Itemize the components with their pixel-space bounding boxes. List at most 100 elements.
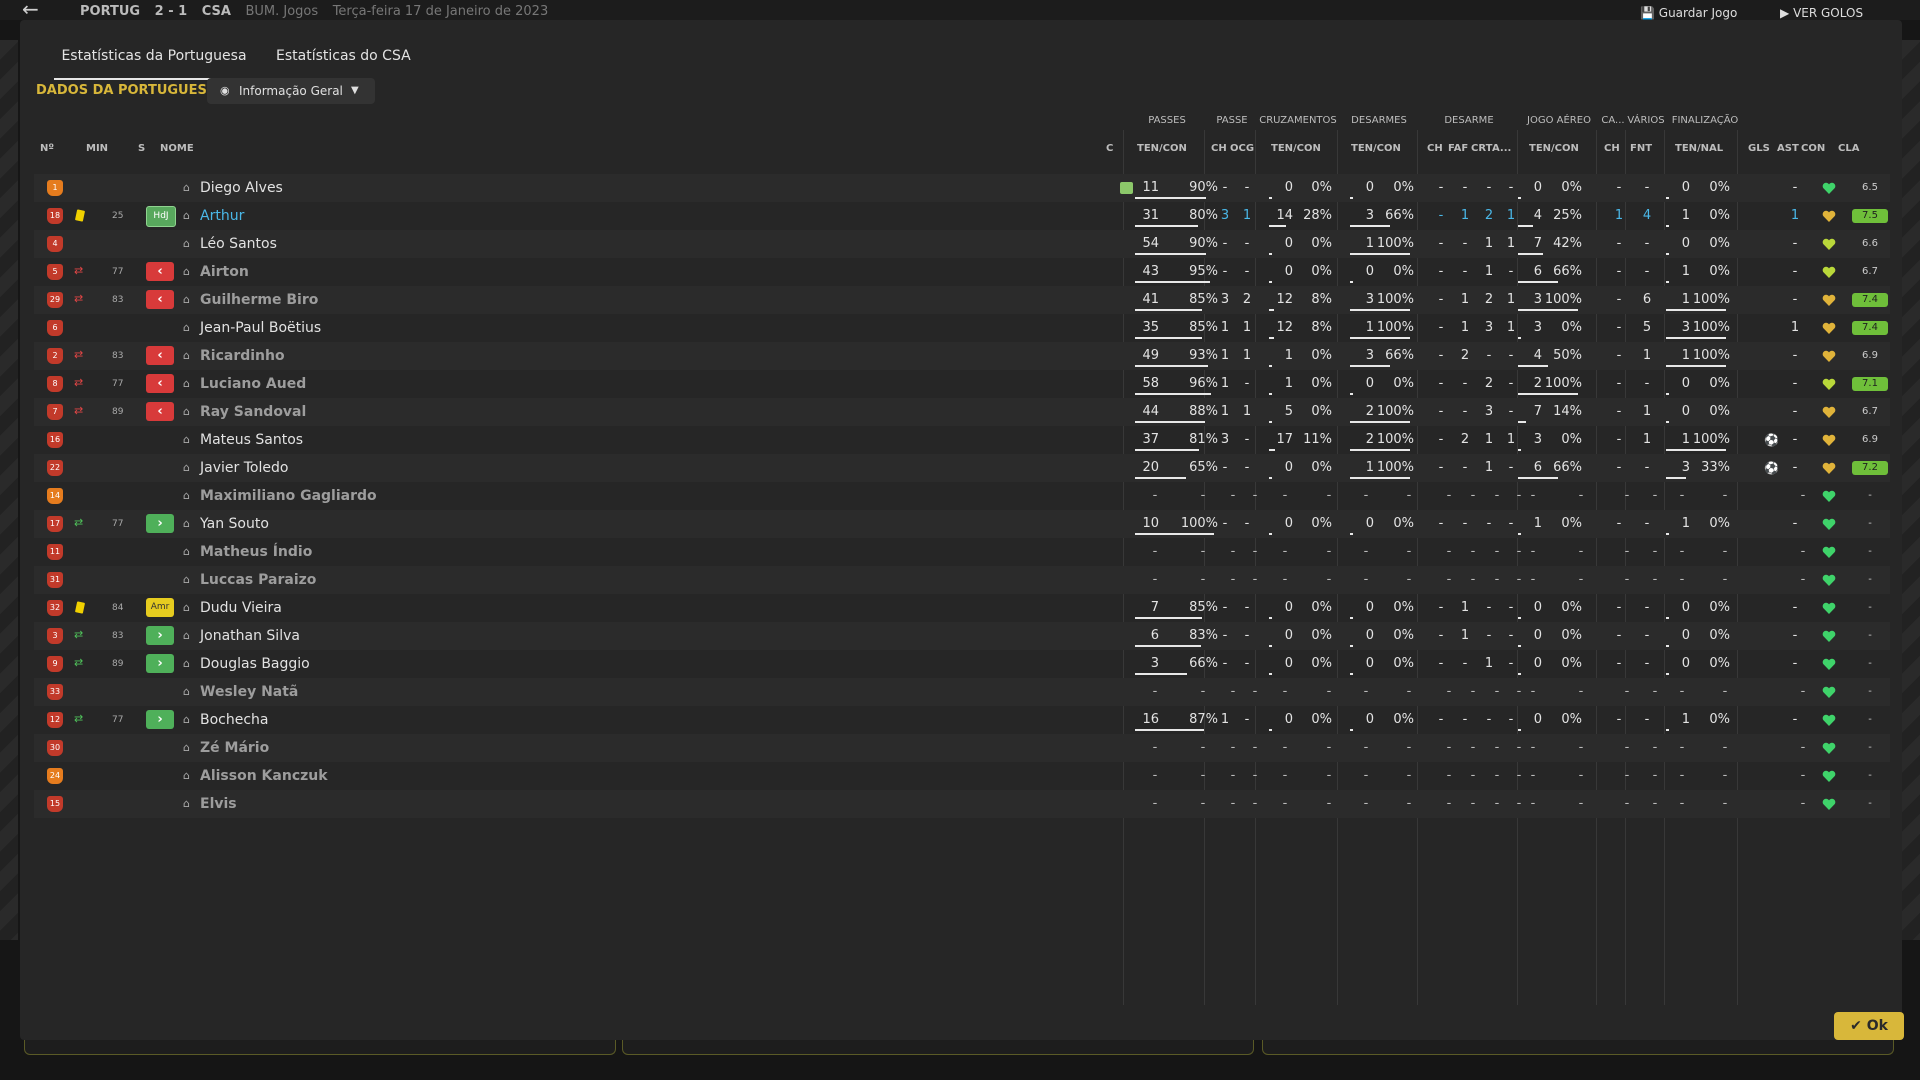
player-name[interactable]: Wesley Natã bbox=[200, 678, 298, 706]
headers-percent: 0% bbox=[1561, 628, 1582, 643]
column-header-s[interactable]: S bbox=[138, 143, 145, 154]
table-row[interactable]: 9 ⇄ 89 › ⌂ Douglas Baggio 3 66% - -0 0% 0 0% - -1-0 0% -… bbox=[34, 650, 1890, 678]
column-header-ja_tc[interactable]: TEN/CON bbox=[1529, 143, 1579, 154]
table-row[interactable]: 14 ⌂ Maximiliano Gagliardo - - - - - - - - - - - - - - - -… bbox=[34, 482, 1890, 510]
column-header-min[interactable]: MIN bbox=[86, 143, 108, 154]
column-header-nome[interactable]: NOME bbox=[160, 143, 194, 154]
table-row[interactable]: 7 ⇄ 89 ‹ ⌂ Ray Sandoval 44 88% 1 1 5 0% 2 100% - -3-7 14… bbox=[34, 398, 1890, 426]
tackle-a: 1 bbox=[1506, 320, 1516, 335]
column-header-passes_tc[interactable]: TEN/CON bbox=[1137, 143, 1187, 154]
shirt-number-icon: 30 bbox=[47, 740, 63, 756]
table-row[interactable]: 8 ⇄ 77 ‹ ⌂ Luciano Aued 58 96% 1-1 0% 0 0% - -2-2 100%… bbox=[34, 370, 1890, 398]
player-name[interactable]: Diego Alves bbox=[200, 174, 283, 202]
view-dropdown[interactable]: ◉ Informação Geral ▼ bbox=[207, 78, 375, 104]
column-header-cach[interactable]: CH bbox=[1604, 143, 1620, 154]
table-row[interactable]: 15 ⌂ Elvis - - - - - - - - - - - - - - - - - - - - bbox=[34, 790, 1890, 818]
empty-value: - bbox=[1446, 740, 1452, 755]
shots-percent: 0% bbox=[1709, 516, 1730, 531]
table-row[interactable]: 3 ⇄ 83 › ⌂ Jonathan Silva 6 83% - -0 0% 0 0% -1- -0 0% -… bbox=[34, 622, 1890, 650]
player-name[interactable]: Ricardinho bbox=[200, 342, 285, 370]
column-header-dch[interactable]: CH bbox=[1427, 143, 1443, 154]
assists: - bbox=[1792, 628, 1798, 643]
player-name[interactable]: Luccas Paraizo bbox=[200, 566, 316, 594]
player-name[interactable]: Alisson Kanczuk bbox=[200, 762, 328, 790]
table-row[interactable]: 33 ⌂ Wesley Natã - - - - - - - - - - - - - - - - - - - - bbox=[34, 678, 1890, 706]
table-row[interactable]: 22 ⌂ Javier Toledo 20 65% - -0 0% 1 100% - -1-6 66% -… bbox=[34, 454, 1890, 482]
save-match-button[interactable]: 💾 Guardar Jogo bbox=[1640, 6, 1737, 20]
fouls: - bbox=[1644, 712, 1650, 727]
player-name[interactable]: Douglas Baggio bbox=[200, 650, 310, 678]
empty-value: - bbox=[1530, 740, 1536, 755]
table-row[interactable]: 32 84 Amr ⌂ Dudu Vieira 7 85% - -0 0% 0 0% -1- -0 0% - -… bbox=[34, 594, 1890, 622]
column-header-faf[interactable]: FAF bbox=[1448, 143, 1468, 154]
player-name[interactable]: Bochecha bbox=[200, 706, 269, 734]
player-name[interactable]: Matheus Índio bbox=[200, 538, 312, 566]
view-goals-button[interactable]: ▶ VER GOLOS bbox=[1780, 6, 1863, 20]
tackle-faf: - bbox=[1462, 712, 1468, 727]
column-header-cruz_tc[interactable]: TEN/CON bbox=[1271, 143, 1321, 154]
column-header-con[interactable]: CON bbox=[1801, 143, 1825, 154]
empty-value: - bbox=[1152, 796, 1158, 811]
table-row[interactable]: 18 25 HdJ ⌂ Arthur 31 80% 3 1 14 28% 3 66% -1 2 1 4 25% 1 4… bbox=[34, 202, 1890, 230]
player-name[interactable]: Luciano Aued bbox=[200, 370, 306, 398]
crosses-bar bbox=[1269, 645, 1272, 647]
person-icon: ⌂ bbox=[183, 321, 190, 334]
table-row[interactable]: 30 ⌂ Zé Mário - - - - - - - - - - - - - - - - - - - - bbox=[34, 734, 1890, 762]
empty-value: - bbox=[1326, 740, 1332, 755]
condition-heart-icon bbox=[1822, 630, 1836, 642]
player-name[interactable]: Mateus Santos bbox=[200, 426, 303, 454]
column-header-cla[interactable]: CLA bbox=[1838, 143, 1859, 154]
passes-bar bbox=[1135, 365, 1209, 367]
tab-csa[interactable]: Estatísticas do CSA bbox=[276, 44, 411, 78]
table-row[interactable]: 12 ⇄ 77 › ⌂ Bochecha 16 87% 1-0 0% 0 0% - - - -0 0% - -1 0%… bbox=[34, 706, 1890, 734]
tackle-crt: 3 bbox=[1484, 404, 1494, 419]
column-header-ch[interactable]: CH bbox=[1211, 143, 1227, 154]
tab-portuguesa[interactable]: Estatísticas da Portuguesa bbox=[54, 44, 254, 80]
player-name[interactable]: Guilherme Biro bbox=[200, 286, 318, 314]
shirt-number-icon: 11 bbox=[47, 544, 63, 560]
table-row[interactable]: 4 ⌂ Léo Santos 54 90% - -0 0% 1 100% - -1 1 7 42% - -0 0%… bbox=[34, 230, 1890, 258]
column-header-gls[interactable]: GLS bbox=[1748, 143, 1770, 154]
player-name[interactable]: Jean-Paul Boëtius bbox=[200, 314, 321, 342]
column-header-ast[interactable]: AST bbox=[1777, 143, 1799, 154]
player-name[interactable]: Yan Souto bbox=[200, 510, 269, 538]
column-header-c[interactable]: C bbox=[1106, 143, 1113, 154]
player-name[interactable]: Jonathan Silva bbox=[200, 622, 300, 650]
table-row[interactable]: 31 ⌂ Luccas Paraizo - - - - - - - - - - - - - - - - - - - - bbox=[34, 566, 1890, 594]
player-name[interactable]: Elvis bbox=[200, 790, 237, 818]
table-row[interactable]: 17 ⇄ 77 › ⌂ Yan Souto 10 100% - -0 0% 0 0% - - - -1 0% - -1… bbox=[34, 510, 1890, 538]
back-arrow-icon[interactable]: ← bbox=[22, 0, 39, 19]
table-row[interactable]: 24 ⌂ Alisson Kanczuk - - - - - - - - - - - - - - - - - - - - bbox=[34, 762, 1890, 790]
fouls: 1 bbox=[1642, 432, 1652, 447]
player-name[interactable]: Léo Santos bbox=[200, 230, 277, 258]
table-row[interactable]: 29 ⇄ 83 ‹ ⌂ Guilherme Biro 41 85% 3 2 12 8% 3 100% -1 2… bbox=[34, 286, 1890, 314]
column-header-fin_tn[interactable]: TEN/NAL bbox=[1675, 143, 1723, 154]
column-header-crt[interactable]: CRT bbox=[1471, 143, 1492, 154]
table-row[interactable]: 6 ⌂ Jean-Paul Boëtius 35 85% 1 1 12 8% 1 100% -1 3 1 3… bbox=[34, 314, 1890, 342]
column-header-des_tc[interactable]: TEN/CON bbox=[1351, 143, 1401, 154]
player-name[interactable]: Maximiliano Gagliardo bbox=[200, 482, 377, 510]
fouls: 6 bbox=[1642, 292, 1652, 307]
player-name[interactable]: Zé Mário bbox=[200, 734, 269, 762]
table-row[interactable]: 2 ⇄ 83 ‹ ⌂ Ricardinho 49 93% 1 1 1 0% 3 66% -2- -4 50% -1… bbox=[34, 342, 1890, 370]
player-name[interactable]: Dudu Vieira bbox=[200, 594, 282, 622]
column-header-ocg[interactable]: OCG bbox=[1230, 143, 1254, 154]
table-row[interactable]: 1 ⌂ Diego Alves 11 90% - -0 0% 0 0% - - - -0 0% - -0 0% -6… bbox=[34, 174, 1890, 202]
ok-button[interactable]: ✔ Ok bbox=[1834, 1012, 1904, 1040]
column-header-fnt[interactable]: FNT bbox=[1630, 143, 1652, 154]
player-name[interactable]: Javier Toledo bbox=[200, 454, 288, 482]
away-team: CSA bbox=[201, 4, 231, 19]
table-row[interactable]: 16 ⌂ Mateus Santos 37 81% 3-17 11% 2 100% -2 1 1 3 0%… bbox=[34, 426, 1890, 454]
column-header-no[interactable]: Nº bbox=[40, 143, 54, 154]
tackles-percent: 0% bbox=[1393, 712, 1414, 727]
table-row[interactable]: 11 ⌂ Matheus Índio - - - - - - - - - - - - - - - - - - - - bbox=[34, 538, 1890, 566]
table-row[interactable]: 5 ⇄ 77 ‹ ⌂ Airton 43 95% - -0 0% 0 0% - -1-6 66% - -1 0% -6… bbox=[34, 258, 1890, 286]
tackle-crt: - bbox=[1486, 180, 1492, 195]
person-icon: ⌂ bbox=[183, 685, 190, 698]
player-name[interactable]: Arthur bbox=[200, 202, 244, 230]
score-value: 2 - 1 bbox=[154, 4, 188, 19]
player-name[interactable]: Ray Sandoval bbox=[200, 398, 306, 426]
sub-off-icon: ⇄ bbox=[74, 348, 84, 361]
player-name[interactable]: Airton bbox=[200, 258, 249, 286]
column-header-a[interactable]: A... bbox=[1492, 143, 1511, 154]
